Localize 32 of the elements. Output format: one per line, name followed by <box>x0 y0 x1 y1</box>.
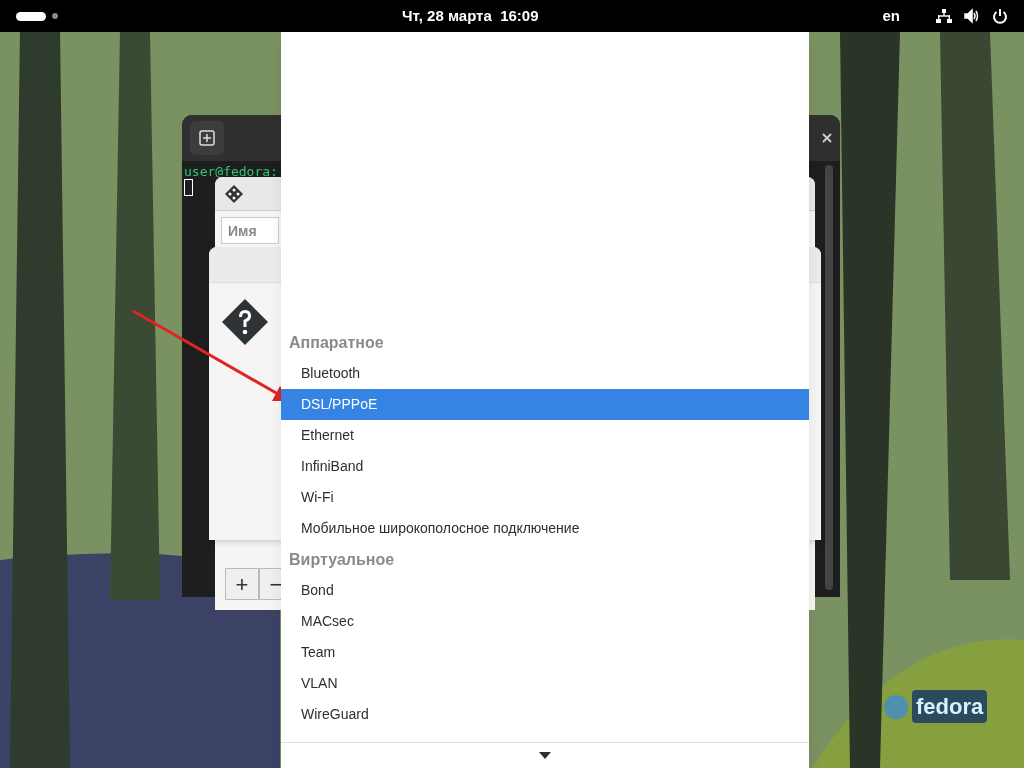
question-icon <box>221 298 269 346</box>
workspace-indicator[interactable] <box>16 11 58 21</box>
active-workspace-icon <box>16 11 46 21</box>
volume-icon <box>964 8 980 24</box>
plus-square-icon <box>199 130 215 146</box>
menu-item[interactable]: DSL/PPPoE <box>281 389 809 420</box>
name-field[interactable]: Имя <box>221 217 279 244</box>
terminal-cursor <box>184 179 193 196</box>
menu-item[interactable]: WireGuard <box>281 699 809 730</box>
clock[interactable]: Чт, 28 марта 16:09 <box>401 4 539 28</box>
section-header: Аппаратное <box>288 332 385 353</box>
menu-item[interactable]: Ethernet <box>281 420 809 451</box>
toolbar-button[interactable]: + <box>225 568 259 600</box>
menu-item[interactable]: Bluetooth <box>281 358 809 389</box>
menu-item[interactable]: VLAN <box>281 668 809 699</box>
scroll-down-icon[interactable] <box>539 752 551 759</box>
power-icon <box>992 8 1008 24</box>
terminal-prompt: user@fedora: <box>184 165 279 179</box>
network-diamond-icon <box>225 184 243 203</box>
close-icon[interactable] <box>822 133 832 143</box>
menu-item[interactable]: MACsec <box>281 606 809 637</box>
system-menu[interactable] <box>936 8 1008 24</box>
new-tab-button[interactable] <box>190 121 224 155</box>
network-icon <box>936 8 952 24</box>
menu-item[interactable]: Team <box>281 637 809 668</box>
menu-item[interactable]: Wi-Fi <box>281 482 809 513</box>
keyboard-layout[interactable]: en <box>882 4 900 28</box>
section-header: Виртуальное <box>288 549 396 570</box>
menu-item[interactable]: Мобильное широкополосное подключение <box>281 513 809 544</box>
scrollbar[interactable] <box>825 165 833 590</box>
menu-item[interactable]: InfiniBand <box>281 451 809 482</box>
logo-text: fedora <box>912 690 988 723</box>
